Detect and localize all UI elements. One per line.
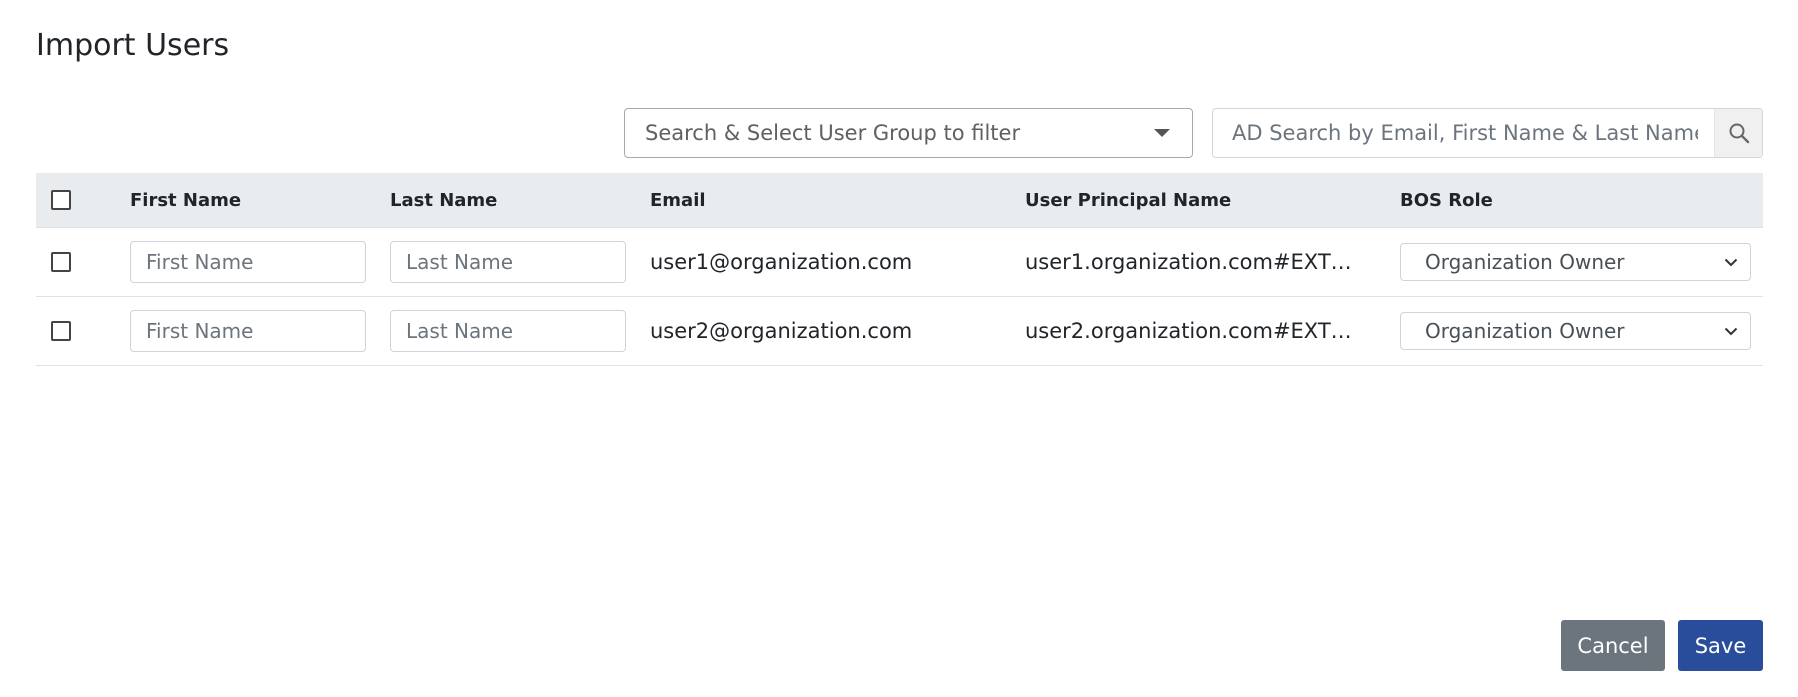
column-header-upn: User Principal Name [1025,189,1232,211]
import-users-modal: Import Users Search & Select User Group … [0,0,1798,697]
save-button[interactable]: Save [1678,620,1763,671]
ad-search-box [1212,108,1763,158]
table-header: First Name Last Name Email User Principa… [36,173,1763,228]
column-header-first-name: First Name [130,189,242,211]
email-cell: user1@organization.com [650,250,913,274]
search-icon [1729,123,1749,144]
email-cell: user2@organization.com [650,319,913,343]
upn-cell: user1.organization.com#EXT#@h… [1025,250,1367,274]
row-checkbox[interactable] [51,252,71,272]
users-table: First Name Last Name Email User Principa… [36,173,1763,366]
upn-cell: user2.organization.com#EXT#@h… [1025,319,1367,343]
ad-search-input[interactable] [1213,109,1714,157]
select-all-checkbox[interactable] [51,190,71,210]
role-select-value: Organization Owner [1425,319,1625,343]
role-select[interactable]: Organization Owner [1400,312,1751,350]
ad-search-button[interactable] [1714,109,1762,157]
user-group-filter-placeholder: Search & Select User Group to filter [645,121,1021,145]
caret-down-icon [1154,129,1170,137]
row-checkbox[interactable] [51,321,71,341]
table-row: user2@organization.com user2.organizatio… [36,297,1763,366]
chevron-down-icon [1724,327,1738,336]
role-select-value: Organization Owner [1425,250,1625,274]
role-select[interactable]: Organization Owner [1400,243,1751,281]
modal-title: Import Users [36,28,230,63]
last-name-input[interactable] [390,241,626,283]
column-header-last-name: Last Name [390,189,498,211]
table-row: user1@organization.com user1.organizatio… [36,228,1763,297]
column-header-email: Email [650,189,706,211]
column-header-role: BOS Role [1400,189,1493,211]
first-name-input[interactable] [130,310,366,352]
last-name-input[interactable] [390,310,626,352]
first-name-input[interactable] [130,241,366,283]
user-group-filter-select[interactable]: Search & Select User Group to filter [624,108,1193,158]
cancel-button[interactable]: Cancel [1561,620,1665,671]
chevron-down-icon [1724,258,1738,267]
